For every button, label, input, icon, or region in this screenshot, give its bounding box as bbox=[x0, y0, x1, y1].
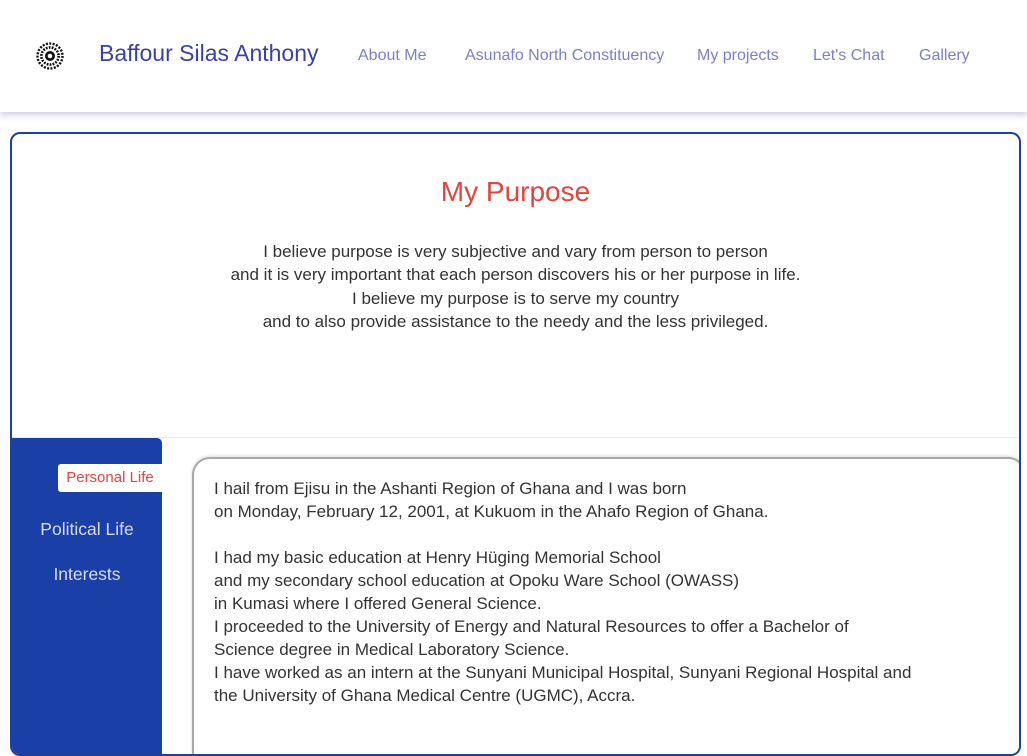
nav-gallery[interactable]: Gallery bbox=[919, 47, 970, 65]
purpose-line: I believe my purpose is to serve my coun… bbox=[352, 288, 679, 308]
purpose-statement: I believe purpose is very subjective and… bbox=[12, 240, 1019, 333]
brand-name[interactable]: Baffour Silas Anthony bbox=[99, 40, 319, 67]
tab-interests[interactable]: Interests bbox=[12, 564, 162, 585]
main-card: My Purpose I believe purpose is very sub… bbox=[10, 132, 1021, 756]
purpose-line: and to also provide assistance to the ne… bbox=[262, 311, 769, 331]
bio-line: on Monday, February 12, 2001, at Kukuom … bbox=[214, 502, 769, 521]
bio-line: I have worked as an intern at the Sunyan… bbox=[214, 663, 912, 682]
bio-line: I proceeded to the University of Energy … bbox=[214, 617, 849, 636]
section-divider bbox=[12, 437, 1019, 438]
bio-line: I had my basic education at Henry Hüging… bbox=[214, 548, 661, 567]
bio-line: I hail from Ejisu in the Ashanti Region … bbox=[214, 479, 687, 498]
purpose-line: I believe purpose is very subjective and… bbox=[263, 242, 768, 261]
bio-line: the University of Ghana Medical Centre (… bbox=[214, 686, 636, 705]
personal-life-panel: I hail from Ejisu in the Ashanti Region … bbox=[192, 457, 1019, 754]
personal-life-text: I hail from Ejisu in the Ashanti Region … bbox=[214, 477, 1004, 707]
tab-political-life[interactable]: Political Life bbox=[12, 519, 162, 540]
nav-lets-chat[interactable]: Let's Chat bbox=[813, 47, 885, 65]
purpose-title: My Purpose bbox=[440, 176, 591, 207]
nav-about-me[interactable]: About Me bbox=[358, 47, 426, 65]
purpose-line: and it is very important that each perso… bbox=[230, 265, 801, 285]
site-header: Baffour Silas Anthony About Me Asunafo N… bbox=[0, 0, 1027, 112]
bio-line: Science degree in Medical Laboratory Sci… bbox=[214, 640, 570, 659]
sunburst-logo-icon[interactable] bbox=[36, 42, 64, 70]
nav-asunafo-north-constituency[interactable]: Asunafo North Constituency bbox=[465, 47, 664, 65]
life-sidebar: Personal Life Political Life Interests bbox=[12, 438, 162, 754]
tab-personal-life[interactable]: Personal Life bbox=[58, 464, 162, 492]
bio-line: and my secondary school education at Opo… bbox=[214, 571, 740, 590]
bio-line: in Kumasi where I offered General Scienc… bbox=[214, 594, 542, 613]
nav-my-projects[interactable]: My projects bbox=[697, 47, 779, 65]
